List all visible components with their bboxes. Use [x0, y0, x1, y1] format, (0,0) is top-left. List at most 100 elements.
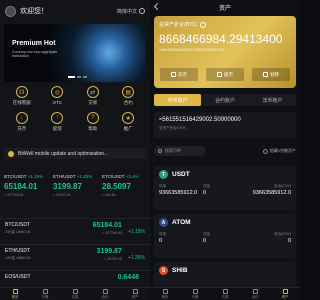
atom-coin-icon: A [159, 218, 168, 227]
eye-icon[interactable] [200, 21, 207, 28]
filter-row: 搜索币种 隐藏0余额资产 [154, 146, 296, 156]
quick-item-promote[interactable]: ★ 推广 [111, 112, 147, 132]
available-value: 0 [159, 238, 163, 244]
transfer-icon [263, 72, 268, 77]
quick-label: 交易 [88, 100, 98, 105]
asset-name: SHIB [172, 267, 188, 274]
language-label: 简体中文 [116, 8, 137, 15]
pagination-dot[interactable] [77, 76, 81, 78]
nav-item-market[interactable]: 行情 [30, 288, 60, 300]
withdraw-button[interactable]: 提币 [206, 68, 244, 81]
chart-icon [42, 288, 48, 294]
back-icon[interactable] [153, 2, 162, 11]
usdt-coin-icon: T [159, 170, 168, 179]
trade-icon [72, 288, 78, 294]
withdraw-label: 提币 [224, 71, 233, 77]
tab-fiat-account[interactable]: 法币账户 [249, 94, 296, 106]
market-pair: EOS/USDT [5, 274, 31, 280]
promo-banner[interactable]: Premium Hot Currency one stop aggregate … [4, 24, 146, 82]
nav-label: 交易 [221, 294, 229, 299]
wallet-icon [132, 288, 138, 294]
help-icon: ? [86, 112, 99, 124]
nav-label: 交易 [71, 294, 79, 299]
cny-value: 93663585912.0 [252, 190, 291, 196]
nav-label: 合约 [251, 294, 259, 299]
language-selector[interactable]: 简体中文 [117, 8, 145, 15]
nav-item-trade[interactable]: 交易 [60, 288, 90, 300]
assets-header: 资产 [150, 0, 300, 14]
transfer-label: 划转 [270, 71, 279, 77]
wallet-icon [282, 288, 288, 294]
nav-label: 合约 [101, 294, 109, 299]
market-change: +1.15% [127, 228, 145, 235]
market-cny: ≈ 20702.15 [104, 257, 122, 261]
ticker-card[interactable]: ETC/USDT +3.4% 28.5097 ≈ 184.54 [102, 174, 146, 197]
shib-coin-icon: S [159, 266, 168, 275]
account-value: ≈561551516429002.50000000 [159, 117, 241, 123]
coin-search-input[interactable]: 搜索币种 [154, 146, 206, 156]
ticker-cny: ≈ 427746.54 [4, 193, 24, 197]
asset-name: ATOM [172, 219, 191, 226]
total-assets-card: 总资产折合(BTC) 8668466984.29413400 ≈56155151… [154, 16, 296, 88]
quick-label: 帮助 [88, 126, 98, 131]
otc-icon: ◎ [51, 86, 64, 98]
nav-item-assets[interactable]: 资产 [120, 288, 150, 300]
total-assets-label: 总资产折合(BTC) [159, 22, 198, 28]
asset-item-usdt[interactable]: T USDT 可用 93663585912.0 冻结 0 折合(CNY) 9366358… [154, 166, 296, 210]
market-price: 3199.87 [96, 248, 122, 255]
deposit-button[interactable]: 充币 [160, 68, 198, 81]
ticker-price: 65184.01 [4, 182, 38, 191]
nav-item-contract[interactable]: 合约 [90, 288, 120, 300]
quick-item-help[interactable]: ? 帮助 [75, 112, 111, 132]
quick-item-withdraw[interactable]: ↑ 提现 [40, 112, 76, 132]
quick-label: OTC [52, 100, 63, 105]
quick-item-trade[interactable]: ⇄ 交易 [75, 86, 111, 106]
hide-zero-label: 隐藏0余额资产 [269, 148, 296, 153]
asset-item-atom[interactable]: A ATOM 可用 0 冻结 0 折合(CNY) 0 [154, 214, 296, 258]
ticker-card[interactable]: BTC/USDT +1.15% 65184.01 ≈ 427746.54 [4, 174, 48, 197]
quick-item-otc[interactable]: ◎ OTC [40, 86, 76, 106]
quick-item-contract[interactable]: ▤ 合约 [111, 86, 147, 106]
banner-pagination [68, 76, 87, 78]
quick-label: 在线客服 [12, 100, 31, 105]
quick-item-customer-service[interactable]: ☊ 在线客服 [4, 86, 40, 106]
quick-label: 推广 [123, 126, 133, 131]
asset-actions: 充币 提币 划转 [160, 68, 290, 81]
nav-item-market[interactable]: 行情 [180, 288, 210, 300]
market-list: BTC/USDT 24H量 18860.03 65184.01 ≈ 427746.5… [0, 218, 150, 296]
pagination-dot[interactable] [83, 76, 87, 78]
tab-spot-account[interactable]: 币币账户 [154, 94, 202, 106]
bottom-nav: 首页 行情 交易 合约 资产 [150, 287, 300, 300]
search-icon [158, 149, 162, 153]
globe-icon [139, 8, 145, 14]
pagination-dot-active[interactable] [68, 76, 75, 78]
avatar[interactable] [5, 5, 16, 17]
hide-zero-toggle[interactable]: 隐藏0余额资产 [262, 148, 296, 154]
market-row[interactable]: BTC/USDT 24H量 18860.03 65184.01 ≈ 427746.5… [0, 218, 150, 244]
transfer-button[interactable]: 划转 [252, 68, 290, 81]
nav-item-home[interactable]: 首页 [150, 288, 180, 300]
nav-label: 首页 [161, 294, 169, 299]
search-placeholder: 搜索币种 [165, 148, 181, 153]
ticker-price: 28.5097 [102, 182, 131, 191]
nav-item-contract[interactable]: 合约 [240, 288, 270, 300]
ticker-card[interactable]: ETH/USDT +1.25% 3199.87 ≈ 20702.15 [53, 174, 97, 197]
nav-item-assets[interactable]: 资产 [270, 288, 300, 300]
ticker-cny: ≈ 20702.15 [53, 193, 71, 197]
market-price: 65184.01 [92, 222, 122, 229]
account-summary: ≈561551516429002.50000000 总资产折合(CNY) [154, 112, 296, 138]
nav-item-trade[interactable]: 交易 [210, 288, 240, 300]
deposit-label: 充币 [178, 71, 187, 77]
quick-item-deposit[interactable]: ↓ 充币 [4, 112, 40, 132]
notice-bar[interactable]: BitWell mobile update and optimisation..… [4, 148, 146, 159]
nav-item-home[interactable]: 首页 [0, 288, 30, 300]
cny-value: 0 [287, 238, 291, 244]
home-icon [162, 288, 168, 294]
market-row[interactable]: ETH/USDT 24H量 18860.03 3199.87 ≈ 20702.15 … [0, 244, 150, 270]
account-tabs: 币币账户 合约账户 法币账户 [154, 94, 296, 106]
banner-title: Premium Hot [12, 40, 56, 47]
chart-icon [192, 288, 198, 294]
trade-icon: ⇄ [86, 86, 99, 98]
cny-label: 折合(CNY) [274, 232, 291, 236]
tab-contract-account[interactable]: 合约账户 [201, 94, 248, 106]
